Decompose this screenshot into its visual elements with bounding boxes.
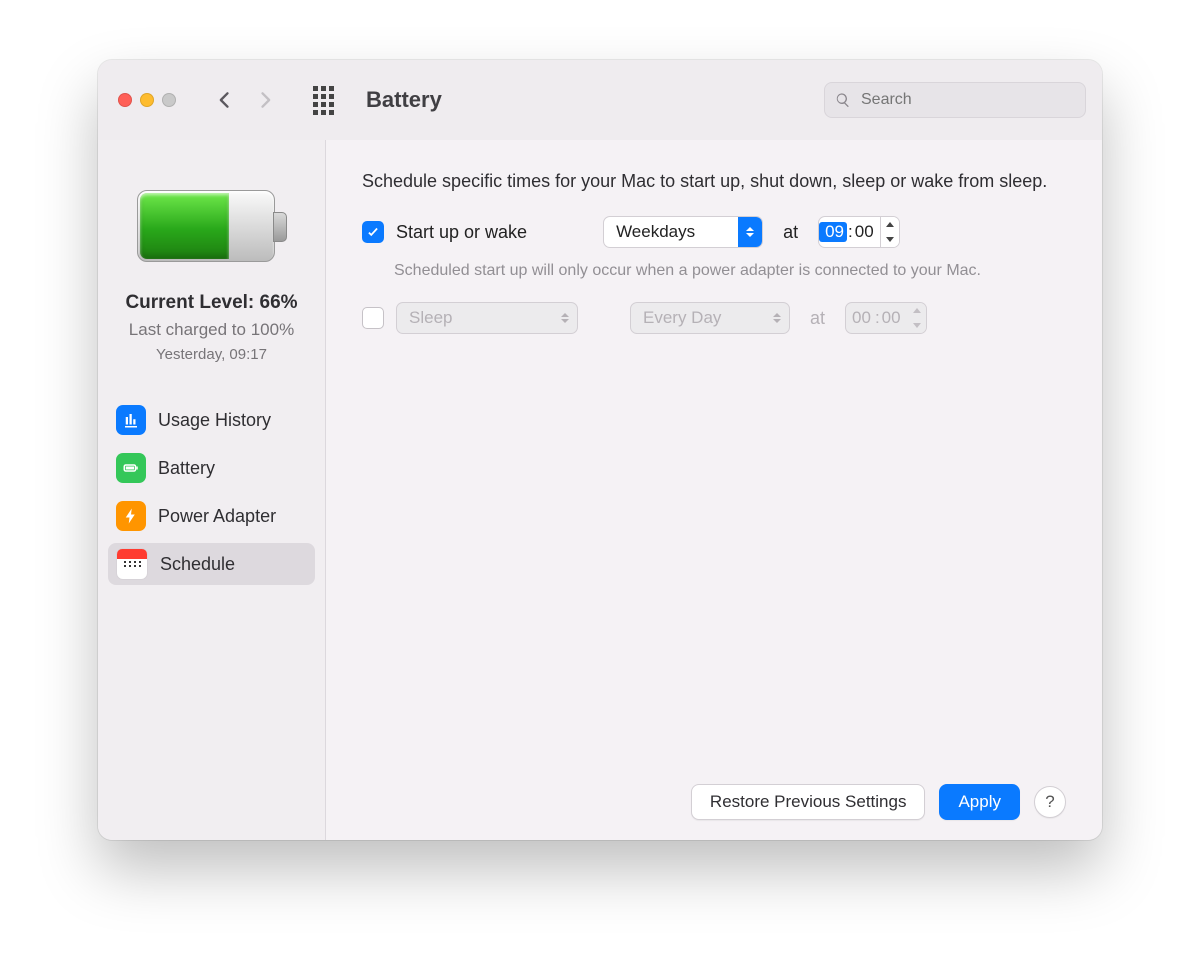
check-icon xyxy=(366,225,380,239)
battery-icon xyxy=(116,453,146,483)
grid-icon xyxy=(313,86,334,115)
current-level-label: Current Level: 66% xyxy=(125,292,297,314)
preferences-window: Battery Current Level: 66% Last charged … xyxy=(98,60,1102,840)
startup-label: Start up or wake xyxy=(396,222,527,243)
search-input[interactable] xyxy=(859,90,1075,110)
sidebar-item-label: Power Adapter xyxy=(158,506,276,527)
last-charged-label: Last charged to 100% xyxy=(129,320,294,340)
sidebar-item-schedule[interactable]: Schedule xyxy=(108,543,315,585)
sleep-action-select[interactable]: Sleep xyxy=(396,302,578,334)
stepper-down[interactable] xyxy=(908,318,926,333)
sidebar-item-label: Usage History xyxy=(158,410,271,431)
schedule-description: Schedule specific times for your Mac to … xyxy=(362,168,1066,194)
hour-segment[interactable]: 09 xyxy=(819,222,847,242)
bolt-icon xyxy=(116,501,146,531)
apply-button[interactable]: Apply xyxy=(939,784,1020,820)
updown-icon xyxy=(738,217,762,247)
time-stepper[interactable] xyxy=(880,217,899,247)
minimize-window-button[interactable] xyxy=(140,93,154,107)
fullscreen-window-button[interactable] xyxy=(162,93,176,107)
traffic-lights xyxy=(118,93,176,107)
startup-checkbox[interactable] xyxy=(362,221,384,243)
at-label: at xyxy=(810,308,825,329)
main-pane: Schedule specific times for your Mac to … xyxy=(326,140,1102,840)
battery-fill-icon xyxy=(140,193,230,259)
select-value: Weekdays xyxy=(604,222,707,242)
hour-segment[interactable]: 00 xyxy=(846,308,874,328)
battery-body-icon xyxy=(137,190,275,262)
time-stepper[interactable] xyxy=(907,303,926,333)
search-icon xyxy=(835,92,851,108)
sidebar-item-power-adapter[interactable]: Power Adapter xyxy=(108,495,315,537)
stepper-up[interactable] xyxy=(881,217,899,232)
time-colon: : xyxy=(874,308,881,328)
select-value: Every Day xyxy=(631,308,733,328)
at-label: at xyxy=(783,222,798,243)
back-button[interactable] xyxy=(210,85,240,115)
search-field[interactable] xyxy=(824,82,1086,118)
window-body: Current Level: 66% Last charged to 100% … xyxy=(98,140,1102,840)
footer: Restore Previous Settings Apply ? xyxy=(362,784,1066,820)
minute-segment[interactable]: 00 xyxy=(881,308,907,328)
last-charged-time: Yesterday, 09:17 xyxy=(156,346,267,363)
stepper-up[interactable] xyxy=(908,303,926,318)
updown-icon xyxy=(765,303,789,333)
window-title: Battery xyxy=(366,87,442,113)
startup-time-input[interactable]: 09 : 00 xyxy=(818,216,900,248)
help-button[interactable]: ? xyxy=(1034,786,1066,818)
sleep-checkbox[interactable] xyxy=(362,307,384,329)
startup-day-select[interactable]: Weekdays xyxy=(603,216,763,248)
sleep-row: Sleep Every Day at 00 : xyxy=(362,302,1066,334)
show-all-prefs-button[interactable] xyxy=(308,85,338,115)
chart-icon xyxy=(116,405,146,435)
chevron-left-icon xyxy=(215,90,235,110)
startup-row: Start up or wake Weekdays at 09 : 00 xyxy=(362,216,1066,248)
stepper-down[interactable] xyxy=(881,232,899,247)
updown-icon xyxy=(553,303,577,333)
close-window-button[interactable] xyxy=(118,93,132,107)
sidebar: Current Level: 66% Last charged to 100% … xyxy=(98,140,326,840)
sleep-day-select[interactable]: Every Day xyxy=(630,302,790,334)
restore-button[interactable]: Restore Previous Settings xyxy=(691,784,926,820)
sidebar-item-battery[interactable]: Battery xyxy=(108,447,315,489)
select-value: Sleep xyxy=(397,308,464,328)
battery-illustration xyxy=(137,190,287,262)
titlebar: Battery xyxy=(98,60,1102,140)
startup-note: Scheduled start up will only occur when … xyxy=(394,262,1066,280)
time-colon: : xyxy=(847,222,854,242)
sidebar-list: Usage History Battery Power Adapter xyxy=(98,399,325,585)
battery-tip-icon xyxy=(273,212,287,242)
chevron-right-icon xyxy=(255,90,275,110)
calendar-icon xyxy=(116,548,148,580)
sidebar-item-usage-history[interactable]: Usage History xyxy=(108,399,315,441)
forward-button[interactable] xyxy=(250,85,280,115)
minute-segment[interactable]: 00 xyxy=(854,222,880,242)
sidebar-item-label: Battery xyxy=(158,458,215,479)
sidebar-item-label: Schedule xyxy=(160,554,235,575)
sleep-time-input[interactable]: 00 : 00 xyxy=(845,302,927,334)
